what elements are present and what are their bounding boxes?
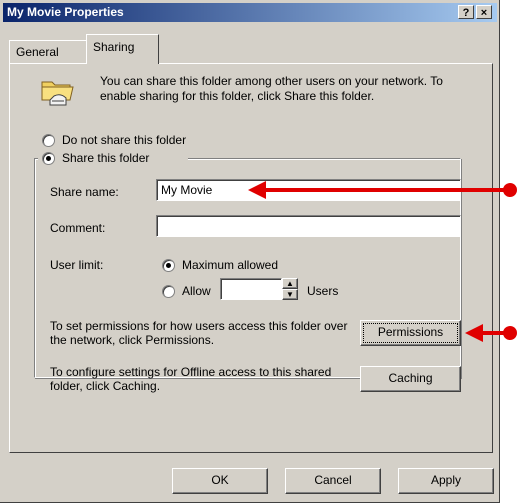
users-count-spinner[interactable]: ▲ ▼ xyxy=(282,278,298,300)
apply-button[interactable]: Apply xyxy=(398,468,494,494)
caching-button[interactable]: Caching xyxy=(360,366,461,392)
tab-sharing[interactable]: Sharing xyxy=(86,34,159,64)
do-not-share-label: Do not share this folder xyxy=(62,133,187,147)
shared-folder-icon xyxy=(40,74,76,108)
tab-general-label: General xyxy=(16,45,59,59)
sharing-panel: You can share this folder among other us… xyxy=(9,63,493,453)
spin-up-icon[interactable]: ▲ xyxy=(282,278,298,289)
cancel-button[interactable]: Cancel xyxy=(285,468,381,494)
maximum-allowed-label: Maximum allowed xyxy=(182,258,279,272)
tab-sharing-label: Sharing xyxy=(93,40,135,54)
permissions-button[interactable]: Permissions xyxy=(360,320,461,346)
title-bar[interactable]: My Movie Properties ? × xyxy=(3,3,497,22)
ok-button[interactable]: OK xyxy=(172,468,268,494)
share-name-arrow-dot xyxy=(503,183,517,197)
share-name-label: Share name: xyxy=(50,185,119,199)
comment-input[interactable] xyxy=(156,215,461,237)
allow-users-label: Allow xyxy=(182,284,211,298)
users-count-input[interactable] xyxy=(220,278,282,300)
user-limit-label: User limit: xyxy=(50,258,104,272)
caching-text: To configure settings for Offline access… xyxy=(50,365,332,393)
close-button[interactable]: × xyxy=(476,5,492,19)
share-this-folder-option[interactable]: Share this folder xyxy=(38,150,188,166)
share-this-folder-label: Share this folder xyxy=(62,151,150,165)
help-button[interactable]: ? xyxy=(458,5,474,19)
do-not-share-radio[interactable] xyxy=(42,134,55,147)
share-name-arrow-line xyxy=(264,188,510,192)
permissions-arrow-dot xyxy=(503,326,517,340)
tab-general[interactable]: General xyxy=(9,40,87,64)
maximum-allowed-radio[interactable] xyxy=(162,259,175,272)
share-this-folder-radio[interactable] xyxy=(42,152,55,165)
users-label: Users xyxy=(307,284,339,298)
comment-label: Comment: xyxy=(50,221,106,235)
window-title: My Movie Properties xyxy=(7,5,124,19)
permissions-text: To set permissions for how users access … xyxy=(50,319,348,347)
allow-users-radio[interactable] xyxy=(162,285,175,298)
spin-down-icon[interactable]: ▼ xyxy=(282,289,298,300)
properties-dialog: My Movie Properties ? × General Sharing … xyxy=(0,0,500,503)
sharing-description: You can share this folder among other us… xyxy=(100,74,443,103)
